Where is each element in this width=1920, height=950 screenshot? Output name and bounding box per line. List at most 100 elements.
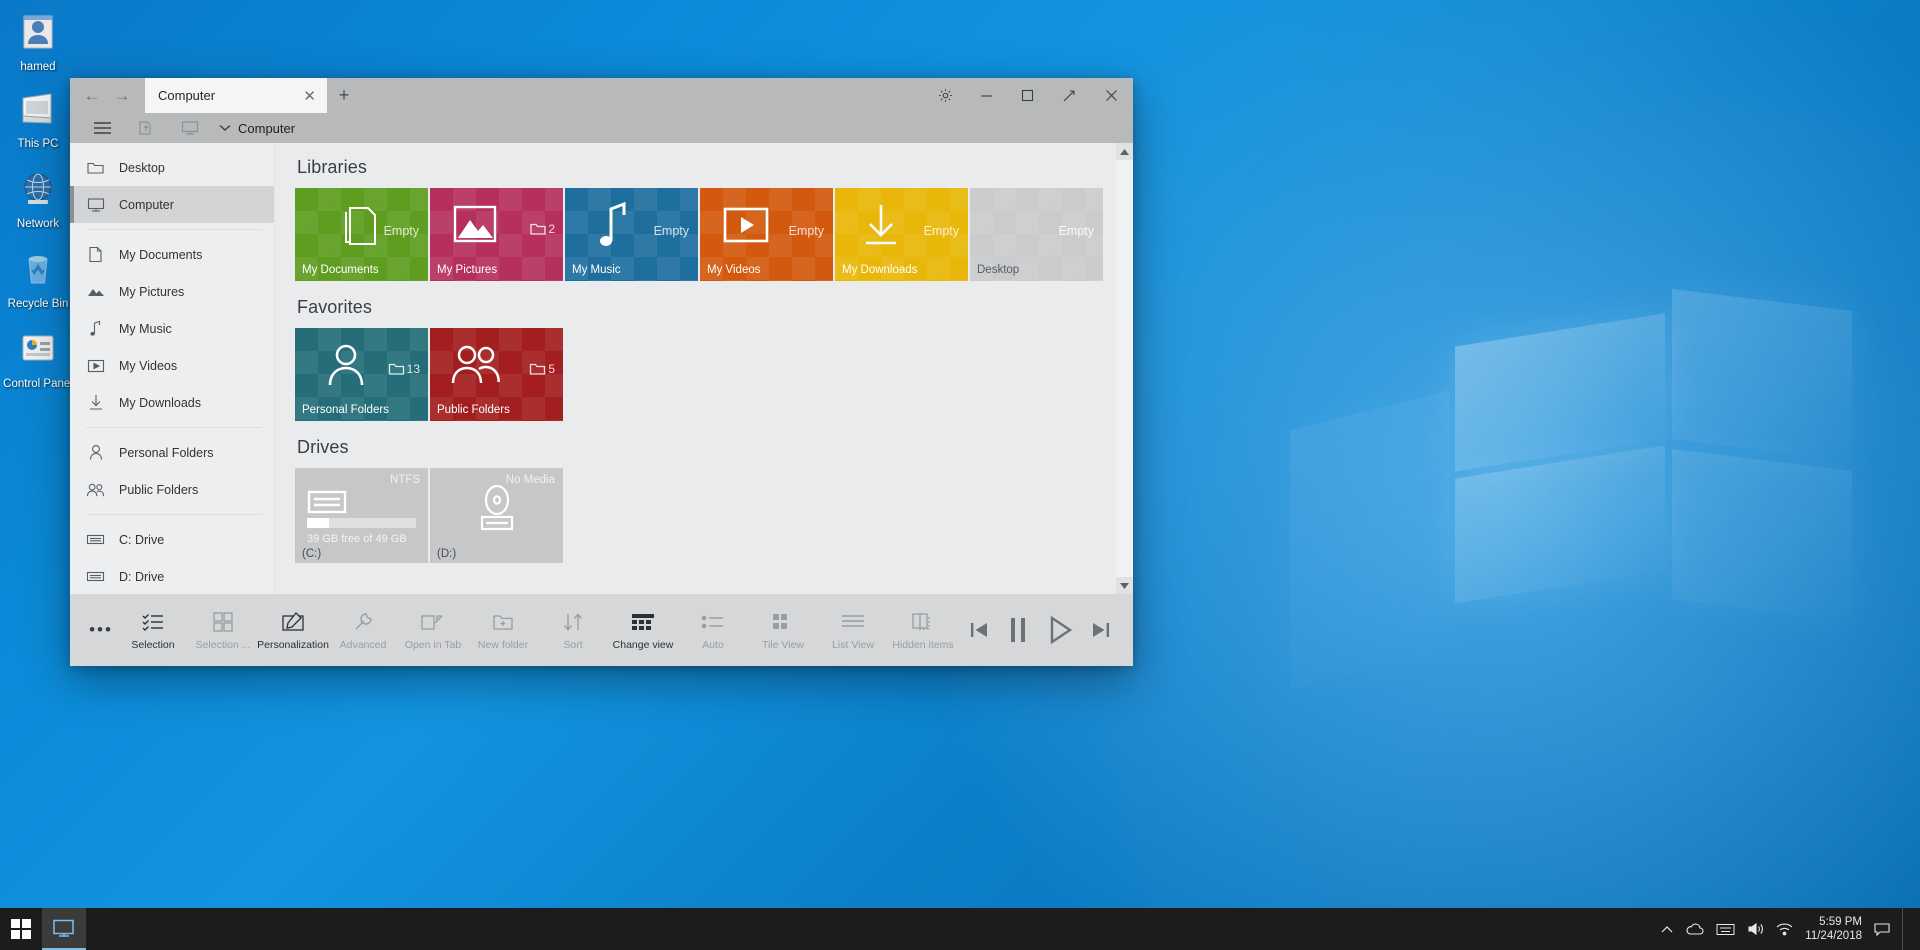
tile-label: My Documents: [302, 264, 379, 276]
next-track-icon[interactable]: [1089, 618, 1113, 642]
command-open-in-tab[interactable]: Open in Tab: [398, 599, 468, 661]
tile-my-documents[interactable]: Empty My Documents: [295, 188, 428, 281]
command-personalization[interactable]: Personalization: [258, 599, 328, 661]
sidebar-item-public-folders[interactable]: Public Folders: [70, 471, 274, 508]
person-icon: [86, 443, 105, 462]
scroll-down-arrow[interactable]: [1116, 577, 1133, 594]
desktop-icon-label: Control Panel: [0, 378, 76, 391]
computer-icon[interactable]: [168, 113, 212, 143]
go-up-icon[interactable]: [124, 113, 168, 143]
maximize-button[interactable]: [1007, 78, 1048, 113]
hamburger-menu-icon[interactable]: [80, 113, 124, 143]
desktop-icon-this-pc[interactable]: This PC: [0, 85, 76, 151]
sidebar-item-label: Computer: [119, 198, 174, 212]
vertical-scrollbar[interactable]: [1116, 143, 1133, 594]
command-advanced[interactable]: Advanced: [328, 599, 398, 661]
volume-icon[interactable]: [1747, 922, 1764, 936]
tile-view-icon: [772, 610, 794, 634]
drive-usage-bar: [307, 518, 416, 528]
command-change-view[interactable]: Change view: [608, 599, 678, 661]
command-new-folder[interactable]: New folder: [468, 599, 538, 661]
list-view-icon: [841, 610, 865, 634]
content-pane: Libraries Empty My Documents: [275, 143, 1133, 594]
command-hidden-items[interactable]: Hidden items: [888, 599, 958, 661]
section-drives: Drives NTFS 39 GB free of 49 GB (C:: [295, 437, 1133, 563]
network-icon[interactable]: [1776, 923, 1793, 936]
window-close-button[interactable]: [1089, 78, 1133, 113]
taskbar-app-file-explorer[interactable]: [42, 908, 86, 950]
chevron-up-icon[interactable]: [1661, 925, 1673, 934]
gear-icon[interactable]: [925, 78, 966, 113]
chevron-down-icon[interactable]: [212, 124, 238, 132]
command-label: Selection ...: [196, 639, 251, 651]
onedrive-icon[interactable]: [1685, 923, 1704, 936]
section-title: Libraries: [297, 157, 1133, 178]
close-icon[interactable]: ✕: [300, 87, 319, 105]
command-auto[interactable]: Auto: [678, 599, 748, 661]
windows-start-icon[interactable]: [0, 908, 42, 950]
breadcrumb[interactable]: Computer: [238, 121, 295, 136]
desktop-icon-network[interactable]: Network: [0, 165, 76, 231]
forward-button[interactable]: →: [107, 78, 137, 113]
overflow-menu-button[interactable]: •••: [84, 599, 118, 661]
titlebar-spacer: [361, 78, 925, 113]
command-tile-view[interactable]: Tile View: [748, 599, 818, 661]
pause-icon[interactable]: [1005, 615, 1031, 645]
document-icon: [86, 245, 105, 264]
command-sort[interactable]: Sort: [538, 599, 608, 661]
video-icon: [86, 356, 105, 375]
desktop-icon-control-panel[interactable]: Control Panel: [0, 325, 76, 391]
previous-track-icon[interactable]: [967, 618, 991, 642]
drive-tile-d[interactable]: No Media (D:): [430, 468, 563, 563]
tab-computer[interactable]: Computer ✕: [145, 78, 327, 113]
wallpaper-shape: [1672, 289, 1852, 461]
sidebar-item-c-drive[interactable]: C: Drive: [70, 521, 274, 558]
tile-row-libraries: Empty My Documents: [295, 188, 1133, 281]
sidebar-item-computer[interactable]: Computer: [70, 186, 274, 223]
selection-grid-icon: [213, 610, 233, 634]
tile-my-videos[interactable]: Empty My Videos: [700, 188, 833, 281]
play-icon[interactable]: [1045, 614, 1075, 646]
media-controls: [967, 594, 1113, 666]
taskbar-clock[interactable]: 5:59 PM 11/24/2018: [1805, 915, 1862, 943]
tile-label: Public Folders: [437, 404, 510, 416]
sidebar-divider: [86, 514, 262, 515]
desktop-icon-user[interactable]: hamed: [0, 8, 76, 74]
minimize-button[interactable]: [966, 78, 1007, 113]
keyboard-layout-icon[interactable]: [1716, 923, 1735, 936]
notifications-icon[interactable]: [1874, 922, 1890, 936]
command-selection[interactable]: Selection: [118, 599, 188, 661]
back-button[interactable]: ←: [77, 78, 107, 113]
clock-date: 11/24/2018: [1805, 929, 1862, 943]
sidebar-item-my-pictures[interactable]: My Pictures: [70, 273, 274, 310]
sidebar-item-personal-folders[interactable]: Personal Folders: [70, 434, 274, 471]
sidebar-item-my-downloads[interactable]: My Downloads: [70, 384, 274, 421]
show-desktop-button[interactable]: [1902, 908, 1910, 950]
command-label: Open in Tab: [405, 639, 461, 651]
tile-public-folders[interactable]: 5 Public Folders: [430, 328, 563, 421]
restore-button[interactable]: [1048, 78, 1089, 113]
command-selection-more[interactable]: Selection ...: [188, 599, 258, 661]
scroll-up-arrow[interactable]: [1116, 143, 1133, 160]
drive-tile-c[interactable]: NTFS 39 GB free of 49 GB (C:): [295, 468, 428, 563]
sidebar-item-my-music[interactable]: My Music: [70, 310, 274, 347]
tile-my-downloads[interactable]: Empty My Downloads: [835, 188, 968, 281]
open-in-tab-icon: [421, 610, 445, 634]
command-list-view[interactable]: List View: [818, 599, 888, 661]
sidebar-item-desktop[interactable]: Desktop: [70, 149, 274, 186]
sidebar-item-my-documents[interactable]: My Documents: [70, 236, 274, 273]
tile-my-music[interactable]: Empty My Music: [565, 188, 698, 281]
desktop-icon-label: Network: [0, 218, 76, 231]
sidebar-item-label: My Pictures: [119, 285, 184, 299]
new-folder-icon: [492, 610, 514, 634]
tile-my-pictures[interactable]: 2 My Pictures: [430, 188, 563, 281]
tile-desktop[interactable]: Empty Desktop: [970, 188, 1103, 281]
new-tab-button[interactable]: +: [327, 78, 361, 113]
tile-row-drives: NTFS 39 GB free of 49 GB (C:) No: [295, 468, 1133, 563]
drive-label: (D:): [437, 548, 456, 560]
tile-personal-folders[interactable]: 13 Personal Folders: [295, 328, 428, 421]
tile-folder-count: 5: [529, 362, 555, 376]
sidebar-item-my-videos[interactable]: My Videos: [70, 347, 274, 384]
desktop-icon-recycle-bin[interactable]: Recycle Bin: [0, 245, 76, 311]
sidebar-item-d-drive[interactable]: D: Drive: [70, 558, 274, 594]
